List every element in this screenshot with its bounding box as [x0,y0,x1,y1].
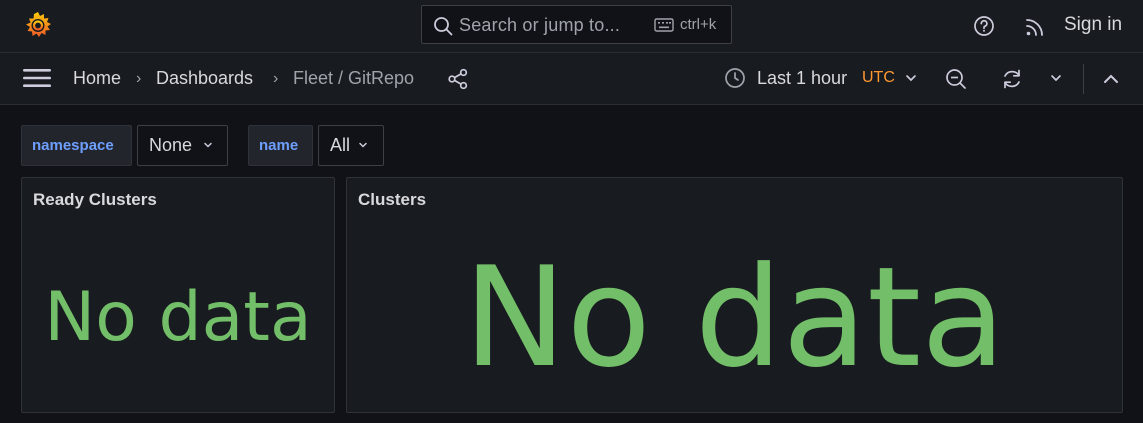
zoom-out-icon[interactable] [944,67,968,91]
chevron-down-icon[interactable] [904,71,918,85]
search-shortcut: ctrl+k [680,16,717,33]
refresh-icon[interactable] [1000,67,1024,91]
breadcrumb-separator: › [273,70,279,87]
help-icon[interactable] [973,15,995,37]
share-icon[interactable] [447,68,469,90]
variable-select-name[interactable]: All [318,125,384,166]
no-data-value: No data [44,278,312,357]
timezone-label[interactable]: UTC [862,69,895,87]
variable-label-namespace: namespace [21,125,132,166]
chevron-up-icon[interactable] [1102,72,1120,86]
panel-title: Clusters [358,190,427,209]
search-placeholder: Search or jump to... [459,15,621,35]
chevron-down-icon [359,142,367,148]
panel-ready-clusters[interactable]: Ready Clusters No data [21,177,335,413]
menu-icon[interactable] [23,67,51,89]
variable-value-namespace: None [149,135,193,155]
search-icon [434,17,453,36]
top-bar: Search or jump to... ctrl+k Sign in [0,0,1143,53]
breadcrumb-home[interactable]: Home [73,68,121,89]
dashboard-nav-bar: Home › Dashboards › Fleet / GitRepo Last… [0,53,1143,105]
time-range-label[interactable]: Last 1 hour [757,68,847,89]
grafana-logo-icon[interactable] [22,10,54,42]
variable-value-name: All [330,135,351,155]
chevron-down-icon [204,142,212,148]
variable-label-name: name [248,125,313,166]
panel-title: Ready Clusters [33,190,157,209]
sign-in-link[interactable]: Sign in [1064,14,1122,36]
breadcrumb-dashboards[interactable]: Dashboards [156,68,253,89]
breadcrumb-separator: › [136,70,142,87]
search-bar[interactable]: Search or jump to... ctrl+k [421,5,732,44]
divider [1083,64,1084,94]
breadcrumb-current: Fleet / GitRepo [293,68,415,88]
rss-icon[interactable] [1024,16,1046,38]
panel-clusters[interactable]: Clusters No data [346,177,1123,413]
chevron-down-icon[interactable] [1049,71,1063,85]
variable-select-namespace[interactable]: None [137,125,228,166]
keyboard-icon [654,18,674,32]
no-data-value: No data [463,237,1006,398]
clock-icon[interactable] [724,67,746,89]
